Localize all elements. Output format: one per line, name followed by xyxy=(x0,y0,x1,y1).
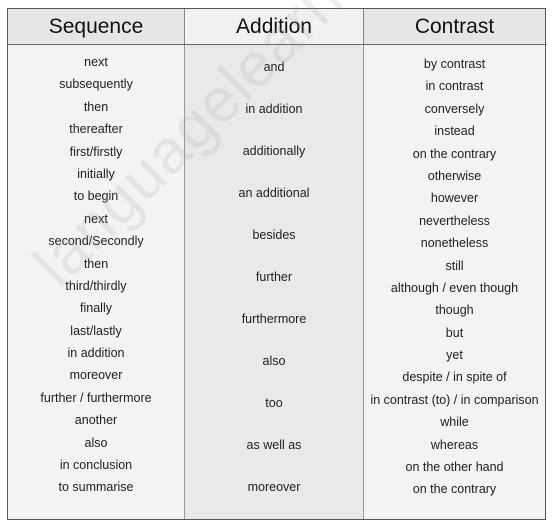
contrast-item: on the contrary xyxy=(412,482,497,497)
contrast-item: despite / in spite of xyxy=(402,370,507,385)
sequence-item: in addition xyxy=(67,346,125,361)
contrast-item: in contrast xyxy=(425,79,484,94)
addition-item: also xyxy=(262,354,286,368)
sequence-item: last/lastly xyxy=(70,323,122,338)
sequence-item: in conclusion xyxy=(59,458,133,473)
addition-item: moreover xyxy=(247,480,301,494)
sequence-item: next xyxy=(84,55,108,69)
sequence-column: next subsequently then thereafter first/firs… xyxy=(8,45,185,519)
contrast-item: conversely xyxy=(424,101,485,116)
addition-column: and in addition additionally an additional b… xyxy=(185,45,364,519)
addition-item: furthermore xyxy=(241,312,307,326)
sequence-item: thereafter xyxy=(69,122,123,137)
sequence-item: another xyxy=(74,413,118,428)
connectives-table: Sequence Addition Contrast next subsequen… xyxy=(7,8,546,520)
contrast-column: by contrast in contrast conversely instead o… xyxy=(364,45,545,519)
contrast-item: however xyxy=(430,191,479,206)
sequence-item: then xyxy=(83,256,109,271)
contrast-item: whereas xyxy=(430,437,479,452)
sequence-item: moreover xyxy=(69,368,123,383)
addition-item: an additional xyxy=(238,186,310,200)
contrast-item: in contrast (to) / in comparison xyxy=(370,392,539,407)
sequence-item: next xyxy=(84,211,108,226)
sequence-item: subsequently xyxy=(59,77,133,92)
sequence-item: initially xyxy=(77,166,115,181)
sequence-item: then xyxy=(83,99,109,114)
sequence-item: further / furthermore xyxy=(40,390,152,405)
contrast-item: nonetheless xyxy=(420,236,489,251)
addition-item: besides xyxy=(252,228,296,242)
contrast-item: but xyxy=(445,325,464,340)
contrast-item: instead xyxy=(434,124,475,139)
table-body: next subsequently then thereafter first/firs… xyxy=(8,45,545,519)
sequence-item: first/firstly xyxy=(69,144,123,159)
addition-item: and xyxy=(263,60,285,74)
sequence-item: second/Secondly xyxy=(48,234,144,249)
contrast-item: nevertheless xyxy=(419,213,490,228)
table-header-row: Sequence Addition Contrast xyxy=(8,9,545,45)
contrast-item: while xyxy=(440,415,469,430)
addition-item: further xyxy=(255,270,293,284)
sequence-item: third/thirdly xyxy=(65,278,127,293)
addition-item: as well as xyxy=(246,438,302,452)
addition-item: in addition xyxy=(245,102,303,116)
contrast-item: on the contrary xyxy=(412,146,497,161)
addition-item: additionally xyxy=(242,144,306,158)
addition-item: too xyxy=(265,396,283,410)
contrast-item: on the other hand xyxy=(405,460,504,475)
header-contrast: Contrast xyxy=(364,9,545,44)
contrast-item: otherwise xyxy=(427,168,482,183)
contrast-item: by contrast xyxy=(423,57,486,71)
header-addition: Addition xyxy=(185,9,364,44)
contrast-item: although / even though xyxy=(390,280,519,295)
contrast-item: still xyxy=(445,258,464,273)
sequence-item: finally xyxy=(80,301,112,316)
contrast-item: though xyxy=(435,303,474,318)
sequence-item: also xyxy=(84,435,108,450)
header-sequence: Sequence xyxy=(8,9,185,44)
contrast-item: yet xyxy=(446,348,463,363)
sequence-item: to summarise xyxy=(58,480,134,495)
sequence-item: to begin xyxy=(73,189,119,204)
